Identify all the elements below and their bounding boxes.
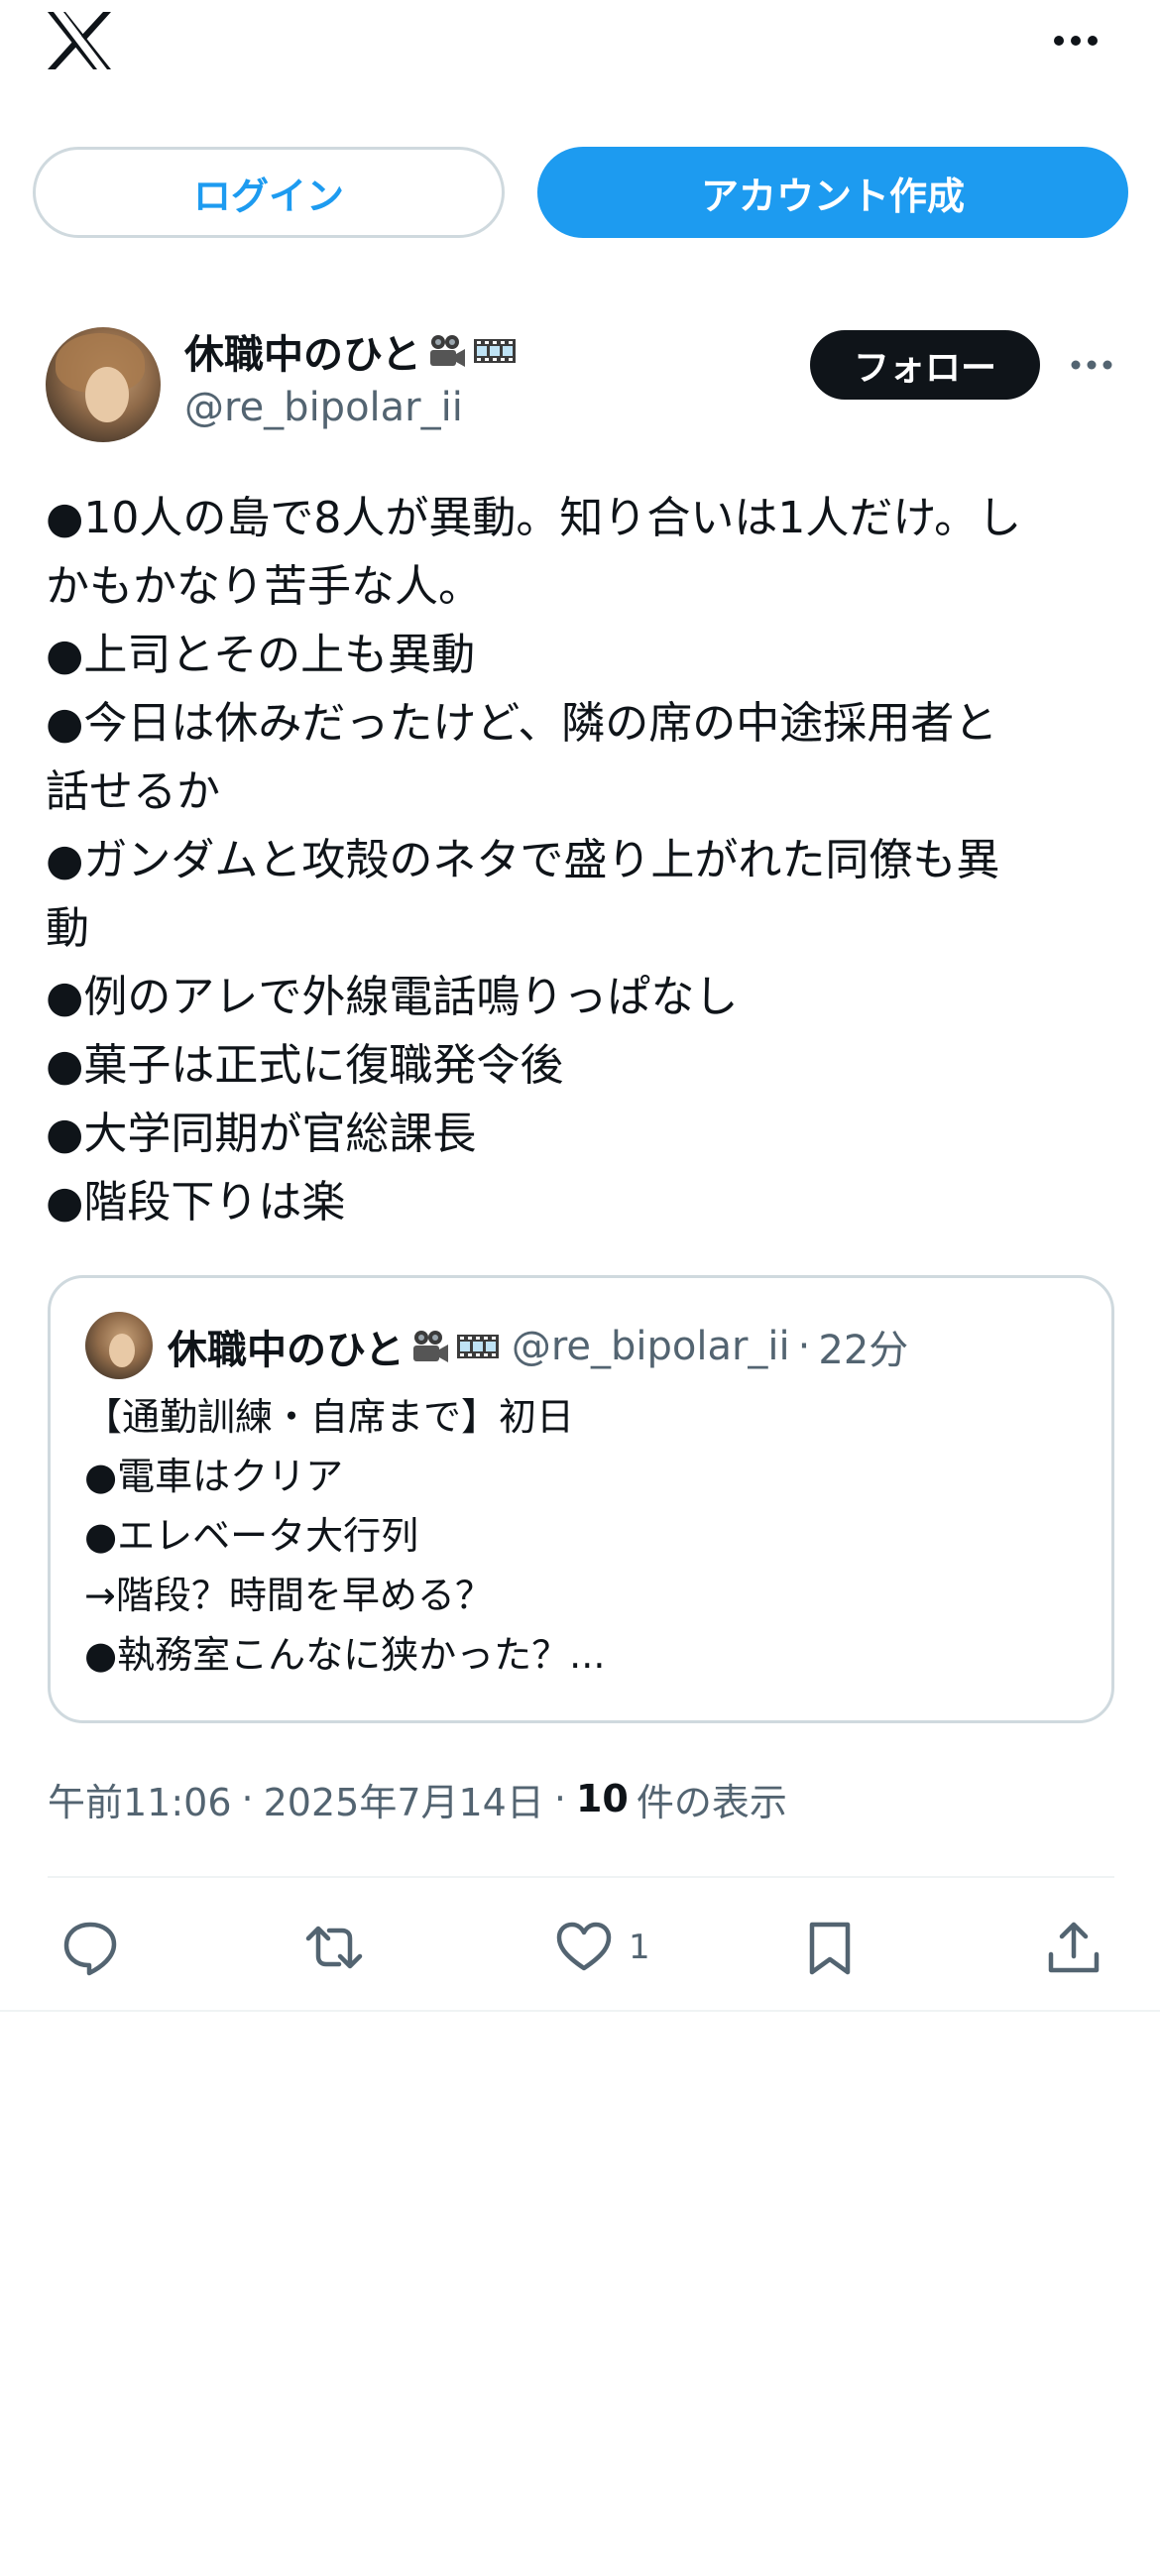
- movie-camera-emoji-icon: [429, 335, 465, 367]
- views-count: 10: [575, 1777, 629, 1820]
- tweet-text-line: ●階段下りは楽: [46, 1177, 346, 1228]
- bookmark-icon: [809, 1922, 851, 1975]
- author-name[interactable]: 休職中のひと: [184, 322, 421, 380]
- quoted-tweet[interactable]: 休職中のひと @re_bipolar_ii · 22分 【通勤訓練・自席まで】初…: [48, 1275, 1114, 1723]
- quoted-author-avatar: [85, 1312, 153, 1379]
- author-avatar[interactable]: [46, 327, 161, 442]
- quoted-author-name: 休職中のひと: [168, 1328, 405, 1373]
- film-frames-emoji-icon: [456, 1335, 499, 1358]
- login-button[interactable]: ログイン: [33, 147, 505, 238]
- quoted-text-line: 【通勤訓練・自席まで】初日: [84, 1395, 575, 1439]
- quoted-separator: ·: [797, 1324, 811, 1369]
- tweet-text-line: ●例のアレで外線電話鳴りっぱなし: [46, 972, 739, 1022]
- follow-button[interactable]: フォロー: [810, 330, 1040, 400]
- share-button[interactable]: [1045, 1910, 1102, 1985]
- divider: [48, 1876, 1114, 1878]
- retweet-icon: [305, 1926, 363, 1969]
- x-logo-icon[interactable]: [46, 10, 113, 71]
- tweet-more-icon[interactable]: [1069, 352, 1114, 378]
- views-label: 件の表示: [636, 1780, 787, 1824]
- meta-separator: ·: [553, 1777, 566, 1820]
- movie-camera-emoji-icon: [412, 1331, 448, 1362]
- quoted-author-handle: @re_bipolar_ii: [511, 1324, 790, 1369]
- meta-separator: ·: [241, 1777, 254, 1820]
- create-account-button[interactable]: アカウント作成: [537, 147, 1128, 238]
- like-button[interactable]: 1: [555, 1910, 650, 1985]
- quoted-tweet-header: 休職中のひと @re_bipolar_ii · 22分: [168, 1312, 908, 1381]
- tweet-time[interactable]: 午前11:06: [48, 1772, 232, 1826]
- quoted-text-line: ●電車はクリア: [84, 1455, 344, 1498]
- like-count: 1: [629, 1928, 650, 1967]
- tweet-text-line: 動: [46, 903, 89, 954]
- film-frames-emoji-icon: [473, 339, 516, 363]
- tweet-text-line: ●上司とその上も異動: [46, 630, 476, 680]
- author-info: 休職中のひと @re_bipolar_ii: [184, 325, 517, 430]
- tweet-meta: 午前11:06 · 2025年7月14日 · 10 件の表示: [48, 1769, 787, 1828]
- share-icon: [1048, 1922, 1100, 1973]
- reply-button[interactable]: [61, 1910, 119, 1985]
- tweet-date[interactable]: 2025年7月14日: [264, 1772, 544, 1826]
- author-handle[interactable]: @re_bipolar_ii: [184, 385, 517, 430]
- quoted-tweet-text: 【通勤訓練・自席まで】初日 ●電車はクリア ●エレベータ大行列 →階段？時間を早…: [84, 1387, 1076, 1685]
- action-bar: 1: [0, 1910, 1160, 1985]
- top-bar: [0, 0, 1160, 109]
- tweet-text-line: ●今日は休みだったけど、隣の席の中途採用者と: [46, 698, 998, 749]
- reply-icon: [63, 1922, 117, 1976]
- quoted-text-line: ●執務室こんなに狭かった？...: [84, 1633, 606, 1677]
- author-name-row[interactable]: 休職中のひと: [184, 322, 517, 380]
- retweet-button[interactable]: [305, 1910, 363, 1985]
- tweet-text-line: かもかなり苦手な人。: [46, 561, 482, 612]
- bookmark-button[interactable]: [801, 1910, 859, 1985]
- heart-icon: [556, 1922, 612, 1971]
- quoted-time: 22分: [818, 1328, 909, 1373]
- quoted-text-line: ●エレベータ大行列: [84, 1514, 419, 1558]
- tweet-text-line: ●10人の島で8人が異動。知り合いは1人だけ。し: [46, 493, 1022, 543]
- tweet-text: ●10人の島で8人が異動。知り合いは1人だけ。し かもかなり苦手な人。 ●上司と…: [46, 484, 1126, 1236]
- tweet-text-line: ●菓子は正式に復職発令後: [46, 1040, 564, 1091]
- more-horizontal-icon[interactable]: [1051, 26, 1101, 56]
- tweet-text-line: ●大学同期が官総課長: [46, 1109, 477, 1159]
- quoted-text-line: →階段？時間を早める？: [84, 1574, 493, 1617]
- divider: [0, 2010, 1160, 2012]
- tweet-text-line: ●ガンダムと攻殻のネタで盛り上がれた同僚も異: [46, 835, 1000, 885]
- tweet-text-line: 話せるか: [46, 766, 220, 817]
